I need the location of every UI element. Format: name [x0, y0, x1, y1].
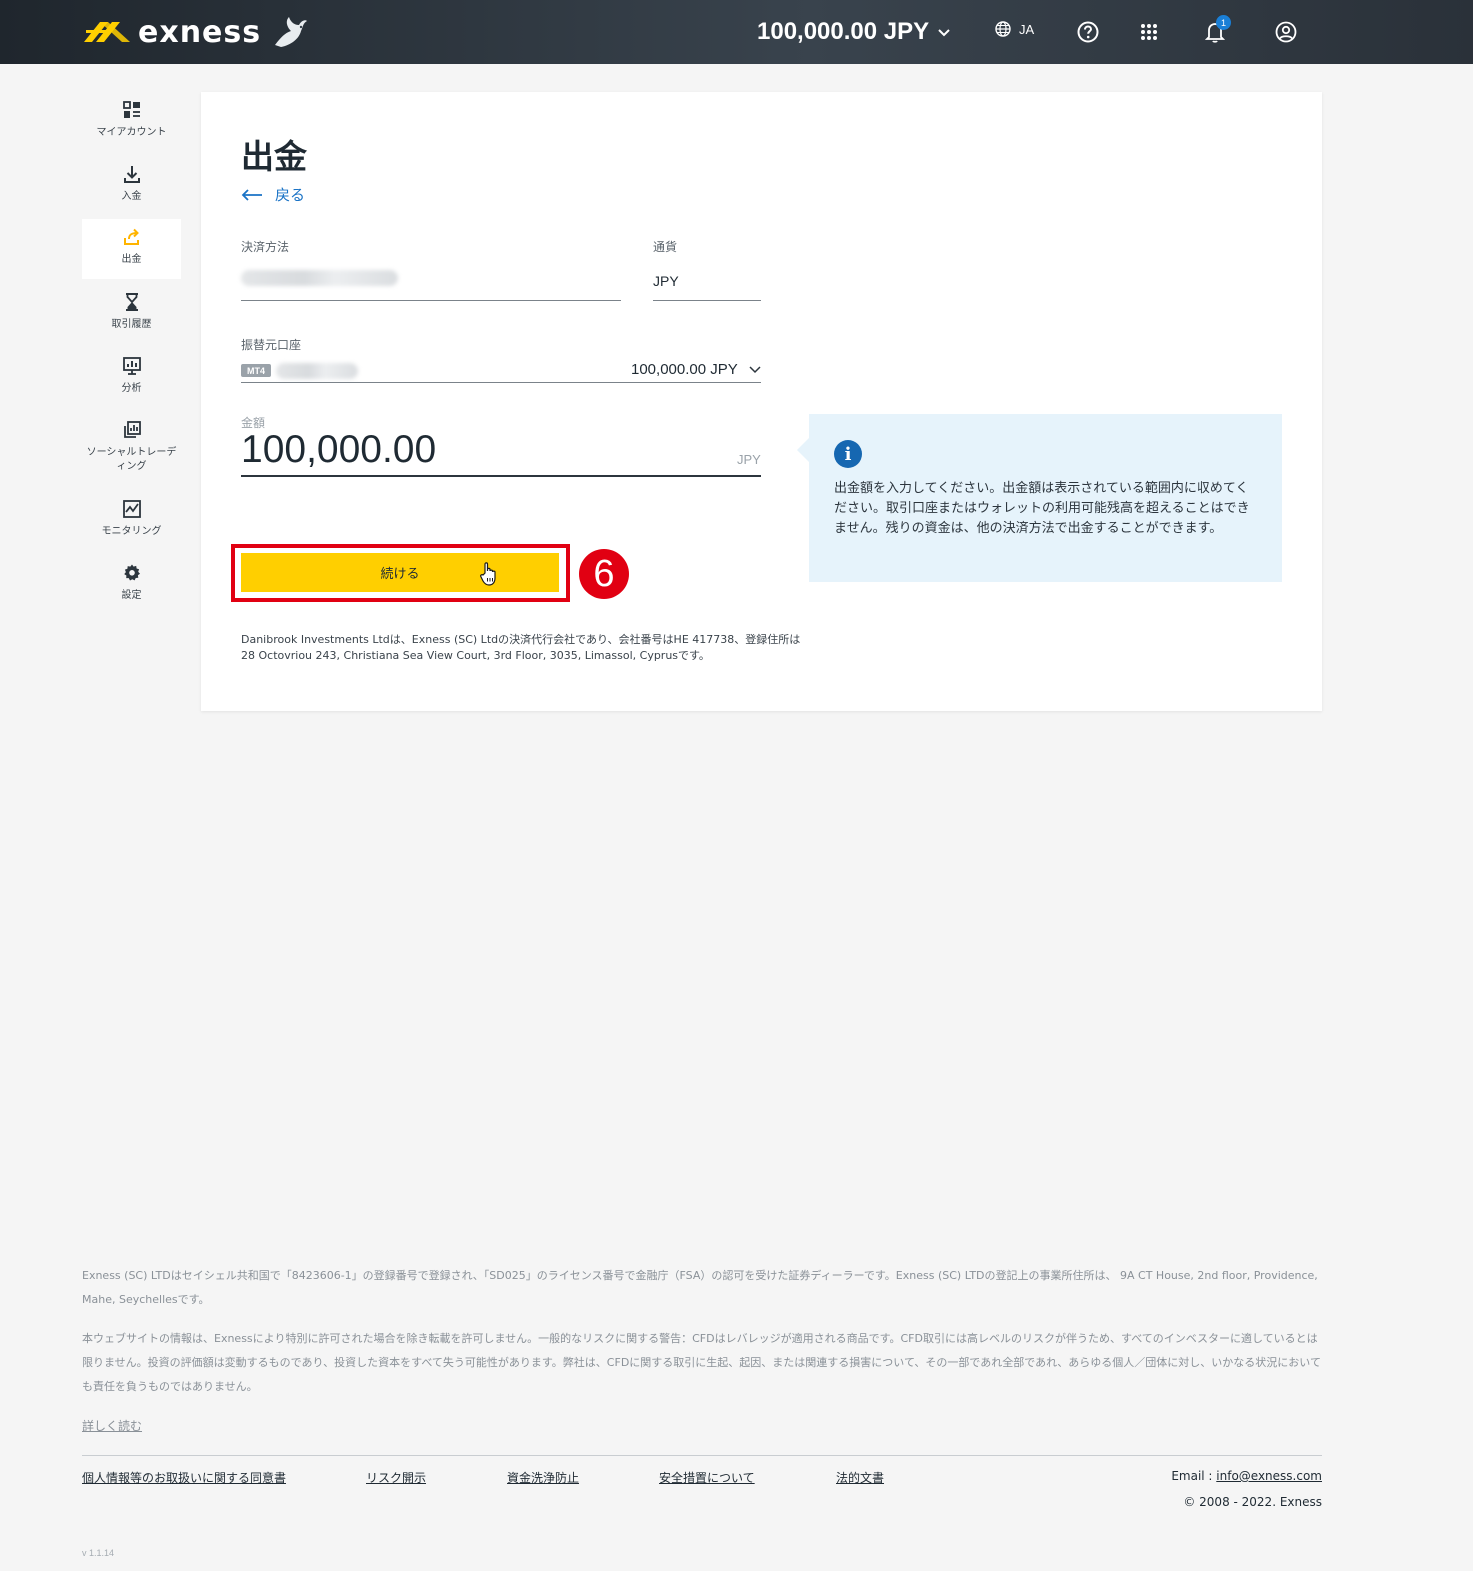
notification-count-badge: 1 [1216, 15, 1231, 30]
chevron-down-icon [749, 365, 761, 373]
sidebar-item-label: 出金 [121, 254, 142, 265]
payment-method-label: 決済方法 [241, 240, 290, 254]
sidebar-item-label: 取引履歴 [111, 319, 152, 330]
info-box-pointer [797, 438, 809, 462]
apps-grid-icon [1141, 24, 1157, 40]
currency-value: JPY [653, 273, 679, 289]
apps-button[interactable] [1135, 18, 1163, 46]
email-label: Email : [1171, 1469, 1217, 1483]
download-icon [123, 166, 140, 183]
globe-icon [995, 21, 1011, 37]
footer-risk-warning: 本ウェブサイトの情報は、Exnessにより特別に許可された場合を除き転載を許可し… [82, 1332, 1321, 1393]
from-account-underline [241, 382, 761, 383]
from-account-label: 振替元口座 [241, 338, 302, 352]
sidebar-item-label: ソーシャルトレーデ ィング [86, 447, 177, 472]
amount-value: 100,000.00 [241, 428, 437, 471]
sidebar-item-label: 分析 [121, 383, 142, 394]
help-icon [1077, 21, 1099, 43]
currency-underline [653, 300, 761, 301]
withdrawal-card [201, 92, 1322, 711]
currency-label: 通貨 [653, 240, 678, 254]
app-version: v 1.1.14 [82, 1548, 115, 1558]
logo-text: exness [138, 14, 262, 50]
hand-cursor-icon [480, 562, 496, 586]
page-title: 出金 [241, 137, 307, 176]
header-balance: 100,000.00 JPY [757, 18, 930, 45]
account-type-badge: MT4 [241, 364, 271, 377]
sidebar-item-settings[interactable]: 設定 [82, 555, 181, 615]
monitoring-icon [122, 500, 141, 518]
language-code: JA [1019, 21, 1035, 37]
footer-copyright: © 2008 - 2022. Exness [1183, 1495, 1322, 1509]
social-trading-icon [123, 421, 141, 438]
continue-label: 続ける [380, 567, 420, 582]
footer-divider [82, 1455, 1322, 1456]
exness-logo[interactable]: exness [82, 12, 309, 52]
user-circle-icon [1275, 21, 1297, 43]
chevron-down-icon [938, 29, 950, 37]
dove-icon [275, 17, 308, 47]
amount-currency-unit: JPY [737, 452, 761, 467]
amount-underline [241, 475, 761, 477]
info-text: 出金額を入力してください。出金額は表示されている範囲内に収めてください。取引口座… [834, 481, 1250, 536]
footer-link-aml[interactable]: 資金洗浄防止 [507, 1469, 579, 1486]
account-balance-display: 100,000.00 JPY [631, 361, 762, 378]
sidebar-item-label: 入金 [121, 191, 142, 202]
footer-license-text: Exness (SC) LTDはセイシェル共和国で「8423606-1」の登録番… [82, 1269, 1318, 1306]
account-balance-value: 100,000.00 JPY [631, 361, 738, 378]
footer-link-privacy-consent[interactable]: 個人情報等のお取扱いに関する同意書 [82, 1469, 286, 1486]
footer-link-risk-disclosure[interactable]: リスク開示 [366, 1469, 426, 1486]
email-link[interactable]: info@exness.com [1216, 1469, 1322, 1483]
company-note: Danibrook Investments Ltdは、Exness (SC) L… [241, 633, 801, 662]
sidebar-item-withdrawal[interactable]: 出金 [82, 219, 181, 279]
arrow-left-icon [241, 188, 262, 201]
analytics-icon [122, 357, 141, 375]
sidebar-item-monitoring[interactable]: モニタリング [82, 491, 181, 551]
exness-logo-mark-icon [84, 22, 130, 42]
payment-method-underline [241, 300, 621, 301]
info-icon: i [834, 440, 862, 468]
sidebar-item-my-account[interactable]: マイアカウント [82, 92, 181, 152]
help-button[interactable] [1074, 18, 1102, 46]
sidebar-item-analytics[interactable]: 分析 [82, 348, 181, 408]
back-label: 戻る [275, 186, 306, 204]
top-header: exness 100,000.00 JPY JA 1 [0, 0, 1473, 64]
footer-email: Email : info@exness.com [1100, 1469, 1322, 1483]
payment-method-value-redacted [241, 270, 398, 286]
hourglass-icon [125, 293, 138, 311]
sidebar-item-social-trading[interactable]: ソーシャルトレーデ ィング [82, 412, 181, 480]
gear-icon [123, 564, 140, 581]
upload-icon [123, 228, 139, 245]
read-more-link[interactable]: 詳しく読む [82, 1417, 142, 1434]
sidebar-item-label: マイアカウント [96, 127, 167, 138]
sidebar-item-label: 設定 [121, 590, 142, 601]
sidebar-item-label: モニタリング [101, 526, 162, 537]
step-number-badge: 6 [579, 549, 629, 599]
back-link[interactable]: 戻る [241, 184, 305, 205]
dashboard-icon [122, 101, 140, 118]
profile-button[interactable] [1272, 18, 1300, 46]
account-balance-selector[interactable]: 100,000.00 JPY [757, 16, 951, 48]
sidebar-item-history[interactable]: 取引履歴 [82, 284, 181, 344]
language-selector[interactable]: JA [995, 21, 1034, 37]
continue-button[interactable]: 続ける [241, 553, 559, 592]
footer-link-safety-measures[interactable]: 安全措置について [659, 1469, 755, 1486]
footer-link-legal-documents[interactable]: 法的文書 [836, 1469, 884, 1486]
account-number-redacted [276, 363, 358, 379]
sidebar-item-deposit[interactable]: 入金 [82, 156, 181, 216]
